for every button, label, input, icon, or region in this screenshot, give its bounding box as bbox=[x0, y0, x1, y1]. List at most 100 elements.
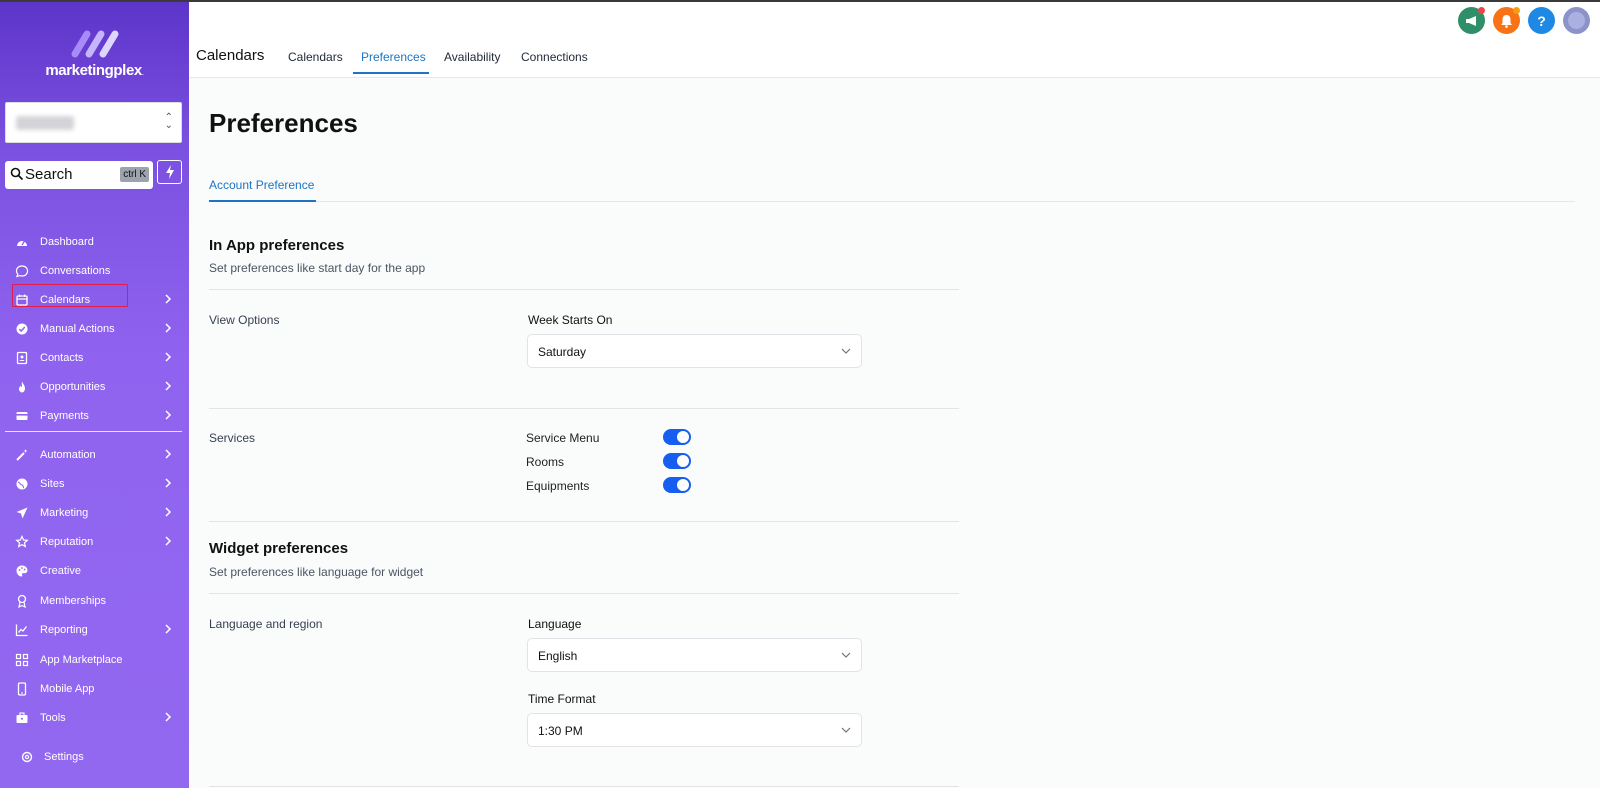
brand-logo-icon bbox=[71, 30, 118, 58]
sidebar-item-contacts[interactable]: Contacts bbox=[0, 346, 189, 370]
sidebar-item-label: Settings bbox=[44, 751, 84, 763]
rooms-label: Rooms bbox=[526, 455, 565, 469]
chevron-right-icon bbox=[163, 711, 173, 726]
sidebar-item-calendars[interactable]: Calendars bbox=[0, 288, 189, 312]
divider bbox=[209, 408, 959, 409]
calendar-icon bbox=[15, 293, 29, 307]
credit-card-icon bbox=[15, 409, 29, 423]
sidebar-item-reputation[interactable]: Reputation bbox=[0, 530, 189, 554]
sidebar-item-mobile-app[interactable]: Mobile App bbox=[0, 677, 189, 701]
week-starts-select[interactable]: Saturday bbox=[527, 334, 862, 368]
updown-chevron-icon: ⌃ ⌄ bbox=[164, 112, 173, 131]
gear-icon bbox=[20, 750, 34, 764]
time-format-select[interactable]: 1:30 PM bbox=[527, 713, 862, 747]
sidebar-item-label: Mobile App bbox=[40, 683, 95, 695]
notification-dot bbox=[1513, 7, 1520, 14]
rooms-toggle[interactable] bbox=[663, 453, 691, 469]
chevron-right-icon bbox=[163, 477, 173, 492]
sidebar-item-label: Creative bbox=[40, 565, 81, 577]
widget-preferences-description: Set preferences like language for widget bbox=[209, 565, 424, 579]
widget-preferences-title: Widget preferences bbox=[209, 540, 349, 557]
service-menu-toggle[interactable] bbox=[663, 429, 691, 445]
sidebar-item-manual-actions[interactable]: Manual Actions bbox=[0, 317, 189, 341]
search-label: Search bbox=[25, 166, 73, 183]
chevron-right-icon bbox=[163, 448, 173, 463]
sidebar-divider bbox=[5, 431, 182, 432]
chevron-down-icon bbox=[841, 652, 851, 658]
sidebar-item-dashboard[interactable]: Dashboard bbox=[0, 230, 189, 254]
sidebar-item-memberships[interactable]: Memberships bbox=[0, 589, 189, 613]
sidebar-item-creative[interactable]: Creative bbox=[0, 559, 189, 583]
sidebar: marketingplex. ⌃ ⌄ Search ctrl K Dashboar… bbox=[0, 0, 189, 788]
account-name-blurred bbox=[16, 116, 74, 130]
sidebar-item-label: App Marketplace bbox=[40, 654, 123, 666]
chevron-right-icon bbox=[163, 409, 173, 424]
view-options-label: View Options bbox=[209, 313, 280, 327]
flame-icon bbox=[15, 380, 29, 394]
sidebar-item-sites[interactable]: Sites bbox=[0, 472, 189, 496]
divider bbox=[209, 593, 959, 594]
sidebar-item-reporting[interactable]: Reporting bbox=[0, 618, 189, 642]
sidebar-item-payments[interactable]: Payments bbox=[0, 404, 189, 428]
in-app-preferences-title: In App preferences bbox=[209, 237, 345, 254]
search-box[interactable]: Search ctrl K bbox=[5, 161, 153, 189]
sidebar-item-label: Tools bbox=[40, 712, 66, 724]
help-button[interactable]: ? bbox=[1528, 7, 1555, 34]
search-icon bbox=[10, 167, 24, 181]
dashboard-icon bbox=[15, 235, 29, 249]
sidebar-item-label: Sites bbox=[40, 478, 65, 490]
sidebar-item-opportunities[interactable]: Opportunities bbox=[0, 375, 189, 399]
language-label: Language bbox=[528, 617, 582, 631]
chat-bubble-icon bbox=[15, 264, 29, 278]
sidebar-item-conversations[interactable]: Conversations bbox=[0, 259, 189, 283]
sidebar-item-label: Automation bbox=[40, 449, 96, 461]
chevron-right-icon bbox=[163, 623, 173, 638]
tab-account-preference[interactable]: Account Preference bbox=[209, 178, 314, 192]
language-region-label: Language and region bbox=[209, 617, 323, 631]
brand-logo[interactable]: marketingplex. bbox=[0, 26, 189, 79]
in-app-preferences-description: Set preferences like start day for the a… bbox=[209, 261, 426, 275]
lightning-icon bbox=[165, 165, 174, 179]
sidebar-item-label: Memberships bbox=[40, 595, 107, 607]
language-select[interactable]: English bbox=[527, 638, 862, 672]
services-label: Services bbox=[209, 431, 256, 445]
tab-connections[interactable]: Connections bbox=[521, 50, 588, 64]
user-avatar[interactable] bbox=[1563, 7, 1590, 34]
sidebar-item-automation[interactable]: Automation bbox=[0, 443, 189, 467]
palette-icon bbox=[15, 564, 29, 578]
chevron-right-icon bbox=[163, 351, 173, 366]
active-tab-indicator bbox=[353, 72, 429, 74]
question-mark-icon: ? bbox=[1537, 12, 1546, 29]
sidebar-item-settings[interactable]: Settings bbox=[0, 745, 189, 769]
service-menu-label: Service Menu bbox=[526, 431, 600, 445]
chevron-right-icon bbox=[163, 380, 173, 395]
chevron-right-icon bbox=[163, 535, 173, 550]
active-subtab-indicator bbox=[209, 200, 316, 202]
time-format-label: Time Format bbox=[528, 692, 596, 706]
paper-plane-icon bbox=[15, 506, 29, 520]
time-format-value: 1:30 PM bbox=[538, 724, 583, 738]
sidebar-item-tools[interactable]: Tools bbox=[0, 706, 189, 730]
globe-icon bbox=[15, 477, 29, 491]
chevron-right-icon bbox=[163, 293, 173, 308]
sidebar-item-label: Contacts bbox=[40, 352, 84, 364]
equipments-toggle[interactable] bbox=[663, 477, 691, 493]
account-switcher[interactable]: ⌃ ⌄ bbox=[5, 102, 182, 143]
top-header: Calendars Calendars Preferences Availabi… bbox=[189, 2, 1600, 78]
phone-icon bbox=[15, 682, 29, 696]
tab-preferences[interactable]: Preferences bbox=[361, 50, 426, 64]
sidebar-item-label: Dashboard bbox=[40, 236, 94, 248]
divider bbox=[209, 786, 959, 787]
quick-actions-button[interactable] bbox=[157, 160, 182, 184]
magic-wand-icon bbox=[15, 448, 29, 462]
sidebar-item-app-marketplace[interactable]: App Marketplace bbox=[0, 648, 189, 672]
week-starts-label: Week Starts On bbox=[528, 313, 613, 327]
sidebar-item-label: Reputation bbox=[40, 536, 94, 548]
bell-icon bbox=[1501, 14, 1512, 28]
divider bbox=[209, 289, 959, 290]
chevron-down-icon bbox=[841, 348, 851, 354]
tab-calendars[interactable]: Calendars bbox=[288, 50, 343, 64]
sidebar-item-marketing[interactable]: Marketing bbox=[0, 501, 189, 525]
week-starts-value: Saturday bbox=[538, 345, 587, 359]
tab-availability[interactable]: Availability bbox=[444, 50, 500, 64]
